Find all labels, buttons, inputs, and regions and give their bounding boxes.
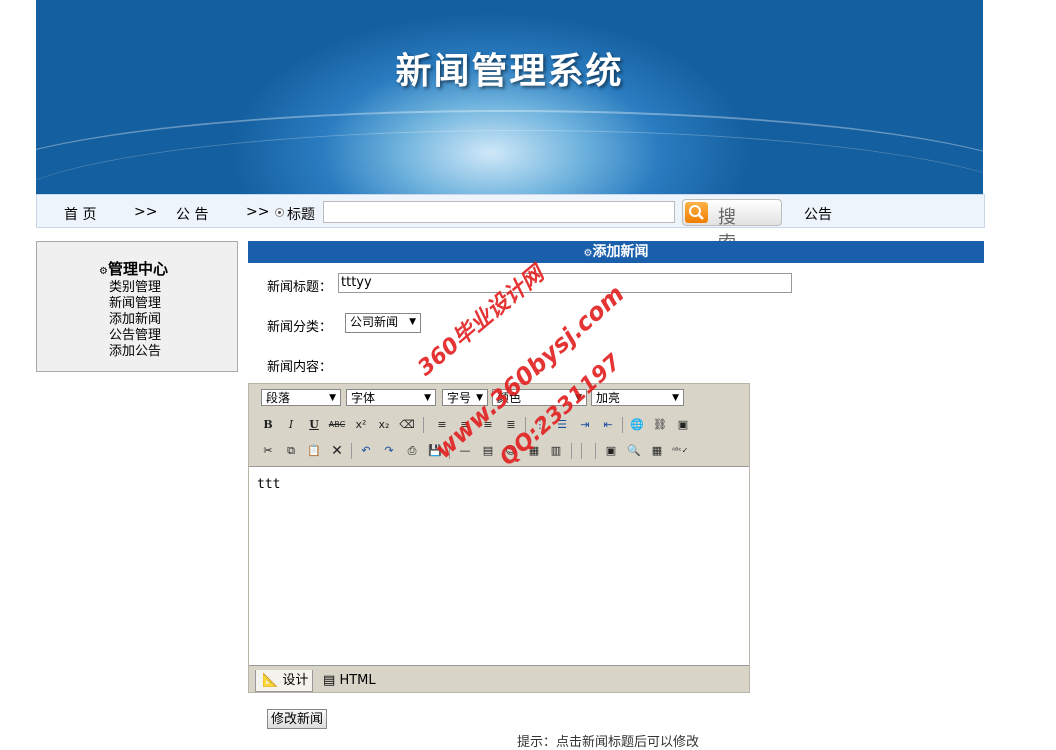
highlight-select-value: 加亮 <box>596 391 621 405</box>
nav-separator: >> <box>246 204 270 220</box>
unlink-icon[interactable]: ⛓ <box>651 416 669 434</box>
toolbar-separator <box>423 417 424 433</box>
title-radio-label: 标题 <box>287 207 315 223</box>
toolbar-separator <box>622 417 623 433</box>
category-label: 新闻分类： <box>267 320 333 335</box>
category-select-value: 公司新闻 <box>350 315 399 329</box>
eraser-icon[interactable]: ⌫ <box>398 416 416 434</box>
hint-text: 提示：点击新闻标题后可以修改 <box>517 735 700 750</box>
rich-text-editor: 段落 ▼ 字体 ▼ 字号 ▼ 颜色 ▼ 加亮 ▼ B I U ABC x² x₂ ⌫ ≡ … <box>248 383 750 693</box>
title-input[interactable]: tttyy <box>338 273 792 293</box>
print-icon[interactable]: ⎙ <box>403 442 421 460</box>
link-icon[interactable]: 🌐 <box>628 416 646 434</box>
nav-separator: >> <box>134 204 158 220</box>
highlight-select[interactable]: 加亮 ▼ <box>591 389 684 406</box>
paste-icon[interactable]: 📋 <box>305 442 323 460</box>
editor-content-area[interactable]: ttt <box>249 466 749 666</box>
banner: 新闻管理系统 <box>36 0 983 196</box>
cut-icon[interactable]: ✂ <box>259 442 277 460</box>
dropdown-arrow-icon: ▼ <box>424 393 431 403</box>
spellcheck-icon[interactable]: ᴬᴮᶜ✓ <box>671 442 689 460</box>
dropdown-arrow-icon: ▼ <box>409 317 416 327</box>
insert-image-icon[interactable]: ▣ <box>602 442 620 460</box>
title-label: 新闻标题： <box>267 280 333 295</box>
underline-icon[interactable]: U <box>305 416 323 434</box>
toolbar-separator <box>571 443 572 459</box>
copy-icon[interactable]: ⧉ <box>282 442 300 460</box>
toolbar-separator <box>595 443 596 459</box>
search-input[interactable] <box>323 201 675 223</box>
table-icon[interactable]: ▥ <box>547 442 565 460</box>
gear-icon: ⚙ <box>99 266 108 277</box>
grid-icon[interactable]: ▦ <box>648 442 666 460</box>
title-radio[interactable] <box>275 208 284 217</box>
paragraph-select[interactable]: 段落 ▼ <box>261 389 341 406</box>
sidebar-item-add-notice[interactable]: 添加公告 <box>109 340 161 359</box>
font-size-select-value: 字号 <box>447 391 472 405</box>
html-icon: ▤ <box>323 673 336 688</box>
redo-icon[interactable]: ↷ <box>380 442 398 460</box>
form-header-title: 添加新闻 <box>592 244 649 260</box>
category-select[interactable]: 公司新闻 ▼ <box>345 313 421 333</box>
sidebar: ⚙管理中心 类别管理 新闻管理 添加新闻 公告管理 添加公告 <box>36 241 238 372</box>
nav-notice-link[interactable]: 公 告 <box>176 204 208 224</box>
design-icon: 📐 <box>262 673 279 688</box>
tab-design-label: 设计 <box>282 673 309 688</box>
banner-title: 新闻管理系统 <box>395 51 624 92</box>
delete-icon[interactable]: ✕ <box>328 442 346 460</box>
outdent-icon[interactable]: ⇤ <box>599 416 617 434</box>
font-select[interactable]: 字体 ▼ <box>346 389 436 406</box>
undo-icon[interactable]: ↶ <box>357 442 375 460</box>
tab-html-label: HTML <box>339 673 376 688</box>
date-icon[interactable]: ▤ <box>479 442 497 460</box>
dropdown-arrow-icon: ▼ <box>672 393 679 403</box>
tab-design[interactable]: 📐 设计 <box>255 670 313 692</box>
paragraph-select-value: 段落 <box>266 391 291 405</box>
submit-button[interactable]: 修改新闻 <box>267 709 328 729</box>
indent-icon[interactable]: ⇥ <box>576 416 594 434</box>
nav-home-link[interactable]: 首 页 <box>64 204 96 224</box>
search-button[interactable]: 搜 索 <box>682 199 782 254</box>
preview-icon[interactable]: 🔍 <box>625 442 643 460</box>
superscript-icon[interactable]: x² <box>352 416 370 434</box>
subscript-icon[interactable]: x₂ <box>375 416 393 434</box>
bold-icon[interactable]: B <box>259 416 277 434</box>
toolbar-separator <box>351 443 352 459</box>
strikethrough-icon[interactable]: ABC <box>328 416 346 434</box>
toolbar-separator <box>581 443 582 459</box>
image-icon[interactable]: ▣ <box>674 416 692 434</box>
form-header: ⚙添加新闻 <box>248 241 984 263</box>
search-icon <box>685 202 708 223</box>
nav-notice-right-link[interactable]: 公告 <box>804 204 832 224</box>
content-label: 新闻内容： <box>267 360 333 375</box>
font-select-value: 字体 <box>351 391 376 405</box>
nav-bar: 首 页 >> 公 告 >> 标题 搜 索 公告 <box>36 194 985 254</box>
dropdown-arrow-icon: ▼ <box>329 393 336 403</box>
tab-html[interactable]: ▤ HTML <box>317 670 381 692</box>
italic-icon[interactable]: I <box>282 416 300 434</box>
